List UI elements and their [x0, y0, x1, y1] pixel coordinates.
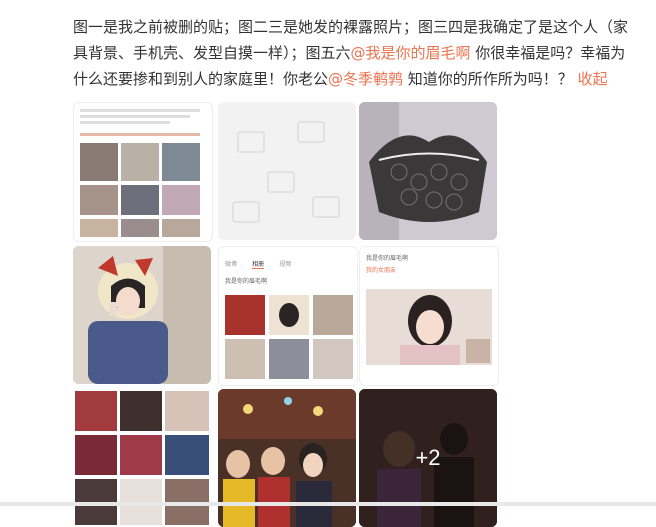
- post-segment-3: 知道你的所作所为吗！？: [403, 70, 578, 88]
- bottom-divider: [0, 502, 656, 506]
- mention-link-meimao[interactable]: @我是你的眉毛啊: [351, 44, 471, 62]
- mention-link-dongji[interactable]: @冬季鹌鹑: [328, 70, 403, 88]
- image-thumbnail-5[interactable]: 微博 相册 视频 我是你的眉毛啊: [218, 246, 358, 386]
- post-username: 我是你的眉毛啊: [366, 255, 409, 262]
- post-selfie-photo: [366, 289, 492, 365]
- tab-weibo: 微博: [225, 261, 238, 268]
- image-thumbnail-4[interactable]: [73, 246, 211, 384]
- image-watermark: 微博@冬季鹌鹑: [450, 230, 493, 237]
- selfie-photo: [73, 246, 211, 384]
- more-images-overlay[interactable]: +2: [359, 389, 497, 527]
- collapse-link[interactable]: 收起: [578, 70, 608, 88]
- tab-album: 相册: [252, 261, 265, 269]
- deleted-post-screenshot: [80, 109, 200, 237]
- image-thumbnail-8[interactable]: [218, 389, 356, 527]
- lace-photo: [359, 102, 497, 240]
- image-thumbnail-9[interactable]: +2: [359, 389, 497, 527]
- image-thumbnail-7[interactable]: [73, 389, 211, 527]
- image-placeholder-icon: [232, 121, 340, 223]
- tab-video: 视频: [279, 261, 292, 268]
- post-tag: 我的女朋友: [366, 267, 397, 274]
- post-text: 图一是我之前被删的贴；图二三是她发的裸露照片；图三四是我确定了是这个人（家具背景…: [73, 14, 633, 92]
- image-grid: 微博@冬季鹌鹑 微博 相册 视频 我是你的眉毛啊 我是你的眉毛啊 我的女朋友 +…: [73, 102, 503, 527]
- image-thumbnail-2[interactable]: [218, 102, 356, 240]
- collage-photo: [75, 391, 209, 525]
- image-thumbnail-6[interactable]: 我是你的眉毛啊 我的女朋友: [359, 246, 499, 386]
- profile-tabs: 微博 相册 视频: [225, 251, 351, 270]
- image-thumbnail-1[interactable]: [73, 102, 213, 242]
- group-photo: [218, 389, 356, 527]
- image-thumbnail-3[interactable]: 微博@冬季鹌鹑: [359, 102, 497, 240]
- profile-photo-grid: [225, 295, 353, 379]
